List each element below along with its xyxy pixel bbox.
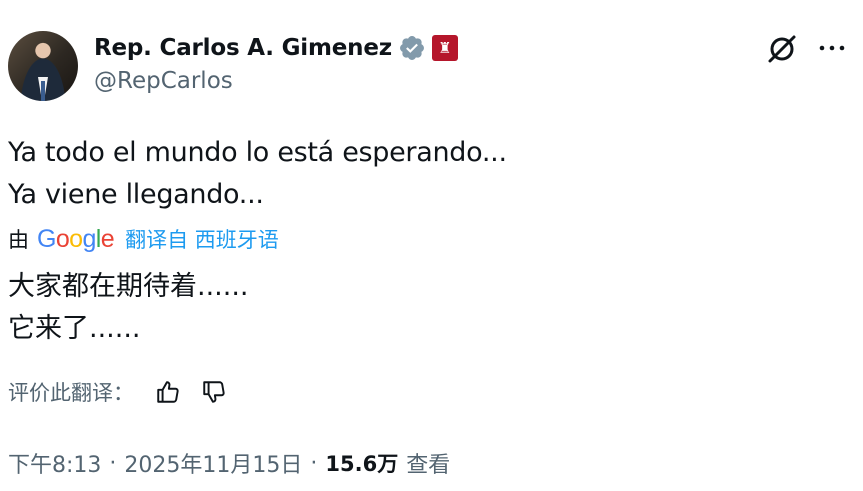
views-label: 查看: [406, 453, 451, 478]
tweet-meta: 下午8:13 · 2025年11月15日 · 15.6万 查看: [8, 446, 450, 480]
tweet-text: Ya todo el mundo lo está esperando... Ya…: [8, 132, 507, 216]
thumbs-down-button[interactable]: [194, 374, 234, 410]
separator-dot: ·: [109, 450, 117, 476]
more-horizontal-icon[interactable]: [818, 40, 846, 56]
thumbs-up-button[interactable]: [148, 374, 188, 410]
tweet-text-line: Ya viene llegando...: [8, 179, 264, 210]
tweet-date[interactable]: 2025年11月15日: [124, 447, 302, 479]
views-count: 15.6万: [325, 452, 399, 476]
google-logo: Google: [37, 224, 115, 253]
rate-translation-row: 评价此翻译：: [8, 374, 240, 410]
author-display-name[interactable]: Rep. Carlos A. Gimenez: [94, 35, 392, 61]
translated-text-line: 它来了......: [8, 313, 141, 344]
thumbs-up-icon: [157, 381, 179, 403]
translation-attribution: 由 Google 翻译自 西班牙语: [8, 223, 279, 255]
verified-badge-icon[interactable]: [398, 34, 426, 62]
capitol-icon[interactable]: ♜: [431, 35, 458, 61]
grok-icon[interactable]: [766, 33, 798, 65]
translated-from-link[interactable]: 翻译自 西班牙语: [125, 224, 279, 254]
translated-text: 大家都在期待着...... 它来了......: [8, 266, 249, 350]
avatar[interactable]: [8, 31, 78, 101]
tweet-text-line: Ya todo el mundo lo está esperando...: [8, 137, 507, 168]
translated-by-label: 由: [8, 228, 29, 252]
author-handle[interactable]: @RepCarlos: [94, 68, 233, 94]
rate-translation-label: 评价此翻译：: [8, 381, 134, 405]
author-name-row: Rep. Carlos A. Gimenez ♜: [94, 31, 458, 65]
translated-text-line: 大家都在期待着......: [8, 271, 249, 302]
separator-dot: ·: [310, 450, 318, 476]
tweet-time[interactable]: 下午8:13: [8, 447, 101, 479]
thumbs-down-icon: [203, 381, 225, 403]
